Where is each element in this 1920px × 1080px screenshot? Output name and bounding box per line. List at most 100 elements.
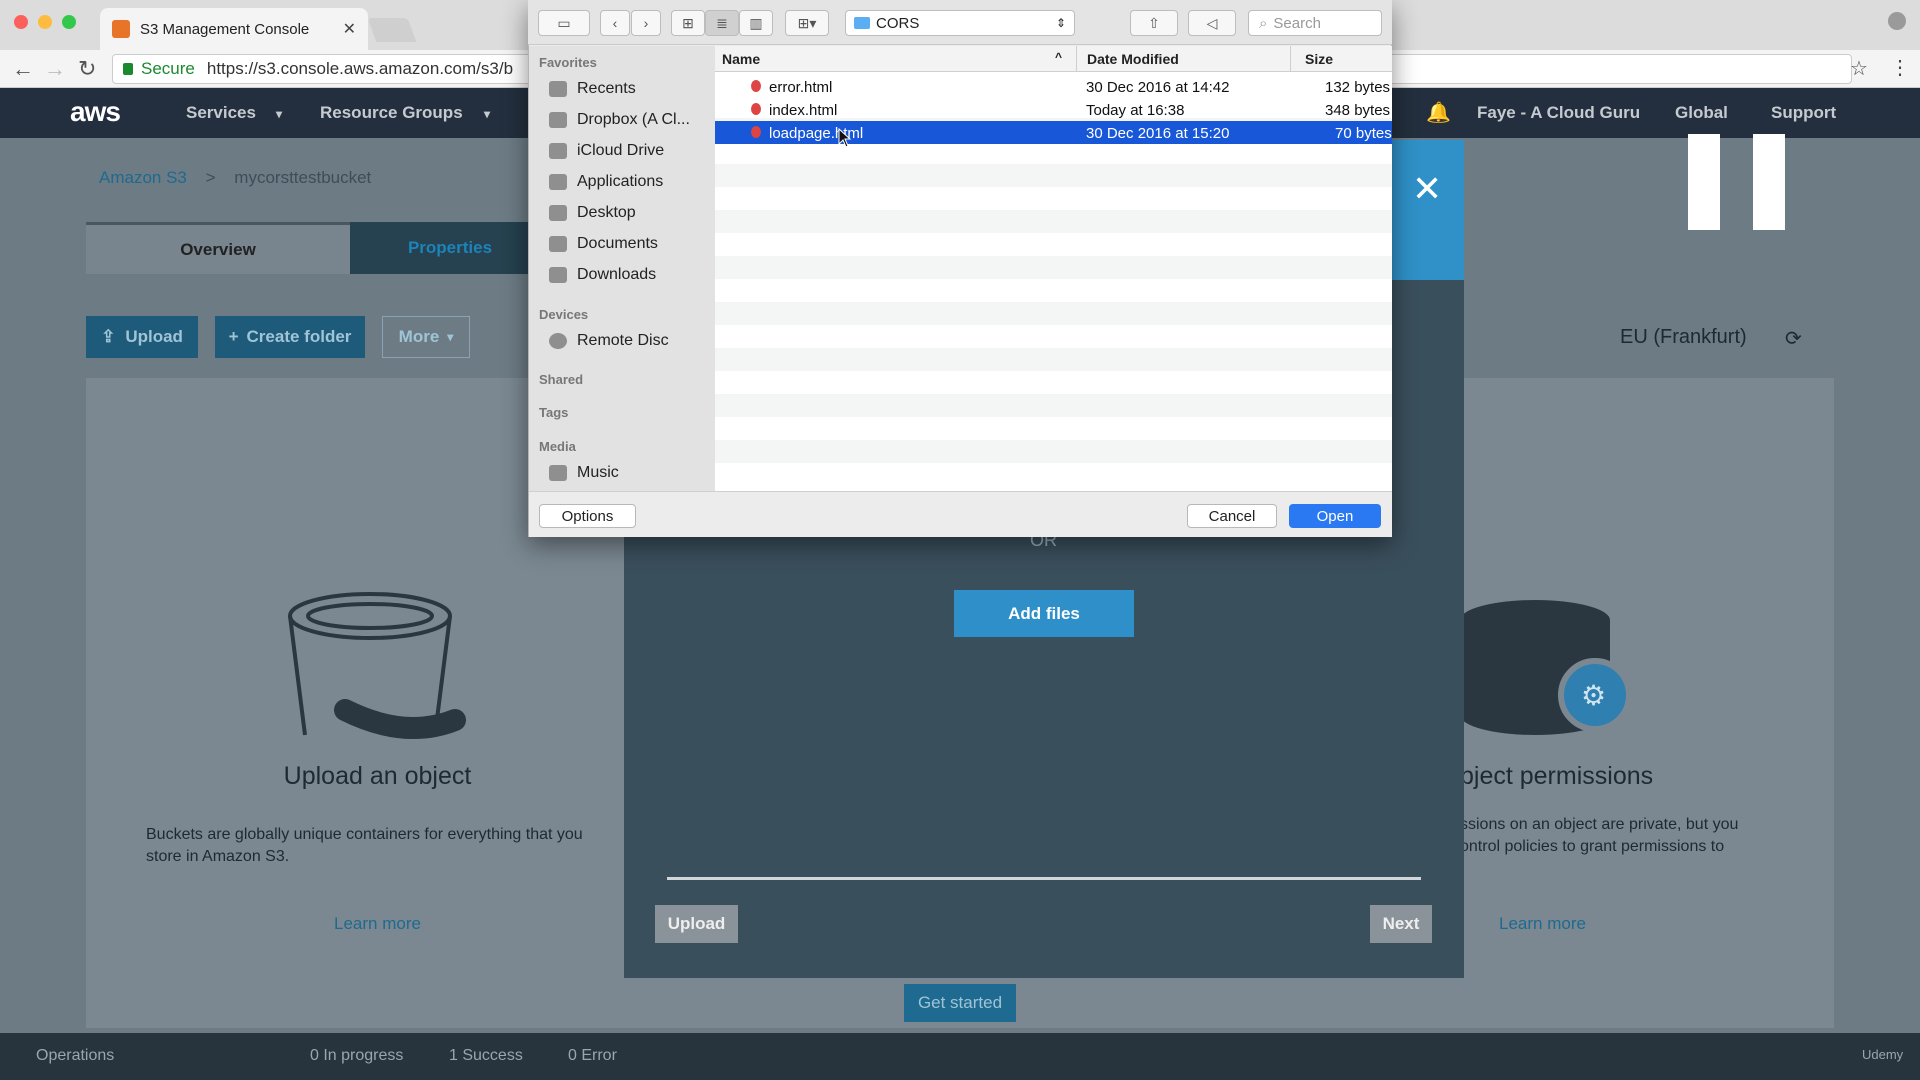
refresh-icon[interactable]: ⟳	[1785, 326, 1802, 351]
tab-properties[interactable]: Properties	[350, 222, 550, 274]
get-started-button[interactable]: Get started	[904, 984, 1016, 1022]
sidebar-item-downloads[interactable]: Downloads	[549, 266, 709, 284]
region-menu[interactable]: Global	[1675, 103, 1728, 123]
minimize-window-button[interactable]	[38, 15, 52, 29]
sidebar-item-dropbox[interactable]: Dropbox (A Cl...	[549, 111, 709, 129]
list-stripe	[715, 440, 1392, 463]
search-icon: ⌕	[1259, 14, 1268, 32]
sidebar-item-icloud[interactable]: iCloud Drive	[549, 142, 709, 160]
sidebar-item-label: Applications	[577, 173, 664, 190]
sidebar-item-recents[interactable]: Recents	[549, 80, 709, 98]
sidebar-item-label: Remote Disc	[577, 332, 669, 349]
share-icon[interactable]: ⇧	[1130, 10, 1178, 36]
file-row[interactable]: error.html 30 Dec 2016 at 14:42 132 byte…	[715, 75, 1392, 98]
documents-icon	[549, 236, 567, 252]
modal-next-button[interactable]: Next	[1370, 905, 1432, 943]
group-view-icon[interactable]: ⊞▾	[785, 10, 829, 36]
back-icon[interactable]: ←	[12, 56, 34, 82]
file-row-selected[interactable]: loadpage.html 30 Dec 2016 at 15:20 70 by…	[715, 121, 1392, 144]
sidebar-item-applications[interactable]: Applications	[549, 173, 709, 191]
folder-selector[interactable]: CORS ⇕	[845, 10, 1075, 36]
tag-icon[interactable]: ◁	[1188, 10, 1236, 36]
sidebar-item-label: iCloud Drive	[577, 142, 665, 159]
sidebar-item-documents[interactable]: Documents	[549, 235, 709, 253]
create-folder-button[interactable]: + Create folder	[215, 316, 365, 358]
profile-icon[interactable]	[1888, 12, 1906, 30]
zoom-window-button[interactable]	[62, 15, 76, 29]
list-stripe	[715, 394, 1392, 417]
tab-overview[interactable]: Overview	[86, 222, 350, 274]
downloads-icon	[549, 267, 567, 283]
file-date: Today at 16:38	[1086, 102, 1185, 119]
reload-icon[interactable]: ↻	[78, 56, 96, 82]
learn-more-link-2[interactable]: Learn more	[1499, 914, 1586, 934]
upload-icon: ⇪	[101, 327, 116, 346]
column-divider	[1290, 46, 1291, 72]
file-name: index.html	[769, 102, 838, 119]
pause-icon-bar	[1753, 134, 1785, 230]
list-stripe	[715, 164, 1392, 187]
more-label: More	[398, 327, 440, 346]
region-label: EU (Frankfurt)	[1620, 326, 1747, 348]
list-view-icon[interactable]: ≣	[705, 10, 739, 36]
add-files-button[interactable]: Add files	[954, 590, 1134, 637]
column-name-header[interactable]: Name	[722, 51, 760, 67]
disc-icon	[549, 333, 567, 349]
options-button[interactable]: Options	[539, 504, 636, 528]
modal-upload-button[interactable]: Upload	[655, 905, 738, 943]
column-date-header[interactable]: Date Modified	[1087, 51, 1179, 67]
new-tab-button[interactable]	[367, 18, 417, 42]
sidebar-item-label: Documents	[577, 235, 658, 252]
devices-header: Devices	[539, 307, 589, 322]
bookmark-star-icon[interactable]: ☆	[1850, 56, 1868, 81]
cancel-button[interactable]: Cancel	[1187, 504, 1277, 528]
favorites-header: Favorites	[539, 55, 597, 70]
open-button[interactable]: Open	[1289, 504, 1381, 528]
current-folder-name: CORS	[876, 14, 920, 32]
sidebar-item-music[interactable]: Music	[549, 464, 709, 482]
media-header: Media	[539, 439, 576, 454]
mouse-cursor-icon	[838, 128, 852, 148]
resource-groups-menu[interactable]: Resource Groups	[320, 103, 463, 123]
forward-icon[interactable]: →	[44, 56, 66, 82]
music-icon	[549, 465, 567, 481]
more-button[interactable]: More ▾	[382, 316, 470, 358]
list-stripe	[715, 302, 1392, 325]
upload-card-title: Upload an object	[283, 762, 472, 790]
modal-progress-line	[667, 877, 1421, 880]
user-menu[interactable]: Faye - A Cloud Guru	[1477, 103, 1640, 123]
aws-favicon-icon	[112, 20, 130, 38]
plus-icon: +	[228, 327, 239, 346]
aws-logo[interactable]: aws	[70, 96, 121, 128]
menu-kebab-icon[interactable]: ⋮	[1890, 55, 1910, 80]
breadcrumb-bucket: mycorsttestbucket	[234, 168, 372, 187]
file-row[interactable]: index.html Today at 16:38 348 bytes	[715, 98, 1392, 121]
close-icon[interactable]: ✕	[1412, 168, 1442, 210]
sidebar-item-remote-disc[interactable]: Remote Disc	[549, 332, 709, 350]
dropbox-icon	[549, 112, 567, 128]
sidebar-item-desktop[interactable]: Desktop	[549, 204, 709, 222]
learn-more-link[interactable]: Learn more	[334, 914, 421, 934]
column-view-icon[interactable]: ▥	[739, 10, 773, 36]
pause-icon[interactable]	[1688, 134, 1720, 230]
error-count: 0 Error	[568, 1047, 617, 1064]
tags-header: Tags	[539, 405, 569, 420]
breadcrumb-amazon-s3[interactable]: Amazon S3	[99, 168, 187, 187]
support-menu[interactable]: Support	[1771, 103, 1836, 123]
notifications-bell-icon[interactable]: 🔔	[1426, 100, 1451, 125]
icon-view-icon[interactable]: ⊞	[671, 10, 705, 36]
shared-header: Shared	[539, 372, 584, 387]
upload-button[interactable]: ⇪ Upload	[86, 316, 198, 358]
browser-tab[interactable]: S3 Management Console ✕	[100, 8, 368, 50]
updown-chevron-icon: ⇕	[1055, 16, 1066, 30]
secure-label: Secure	[141, 59, 195, 78]
services-menu[interactable]: Services	[186, 103, 256, 123]
dialog-search-input[interactable]: ⌕ Search	[1248, 10, 1382, 36]
column-size-header[interactable]: Size	[1305, 51, 1333, 67]
sidebar-toggle-icon[interactable]: ▭	[538, 10, 590, 36]
close-window-button[interactable]	[14, 15, 28, 29]
close-tab-icon[interactable]: ✕	[343, 19, 356, 39]
back-nav-icon[interactable]: ‹	[600, 10, 630, 36]
svg-text:⚙: ⚙	[1581, 680, 1606, 711]
forward-nav-icon[interactable]: ›	[631, 10, 661, 36]
